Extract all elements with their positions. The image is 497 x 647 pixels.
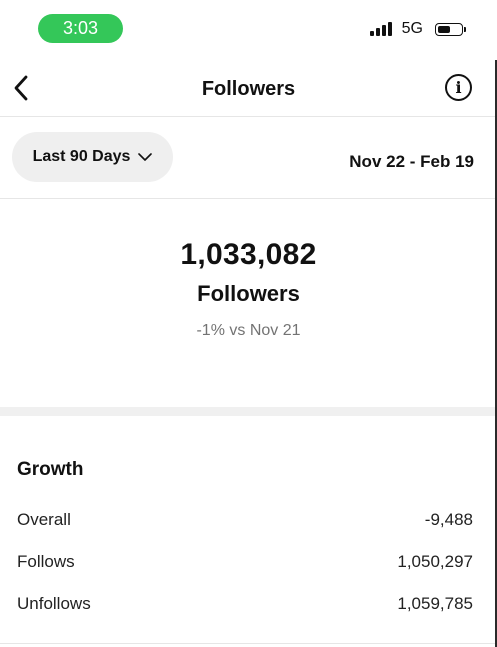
network-label: 5G	[401, 20, 423, 37]
status-time: 3:03	[62, 18, 99, 38]
growth-row-overall: Overall -9,488	[17, 510, 473, 530]
chevron-down-icon	[138, 152, 153, 161]
row-label: Overall	[17, 510, 71, 529]
divider	[0, 643, 497, 644]
page-title: Followers	[201, 78, 296, 100]
row-value: -9,488	[424, 510, 473, 529]
info-icon: i	[455, 78, 462, 97]
status-indicators: 5G	[369, 20, 466, 38]
nav-bar: Followers i	[0, 60, 497, 116]
growth-title: Growth	[17, 459, 84, 480]
info-button[interactable]: i	[445, 74, 472, 101]
follower-count: 1,033,082	[180, 238, 317, 271]
growth-row-unfollows: Unfollows 1,059,785	[17, 594, 473, 614]
follower-label: Followers	[197, 281, 300, 306]
range-label: Last 90 Days	[32, 148, 131, 165]
follower-summary: 1,033,082 Followers -1% vs Nov 21	[0, 238, 497, 340]
date-range-dropdown[interactable]: Last 90 Days	[12, 132, 173, 182]
date-range-text: Nov 22 - Feb 19	[349, 152, 474, 171]
row-label: Unfollows	[17, 594, 91, 613]
follower-delta: -1% vs Nov 21	[196, 322, 301, 339]
divider	[0, 198, 497, 199]
divider	[0, 116, 497, 117]
status-bar: 3:03 5G	[0, 0, 497, 60]
battery-icon	[435, 22, 466, 36]
signal-icon	[369, 22, 392, 36]
growth-row-follows: Follows 1,050,297	[17, 552, 473, 572]
row-value: 1,059,785	[397, 594, 473, 613]
row-value: 1,050,297	[397, 552, 473, 571]
time-pill[interactable]: 3:03	[38, 14, 123, 43]
row-label: Follows	[17, 552, 75, 571]
section-divider	[0, 407, 497, 416]
